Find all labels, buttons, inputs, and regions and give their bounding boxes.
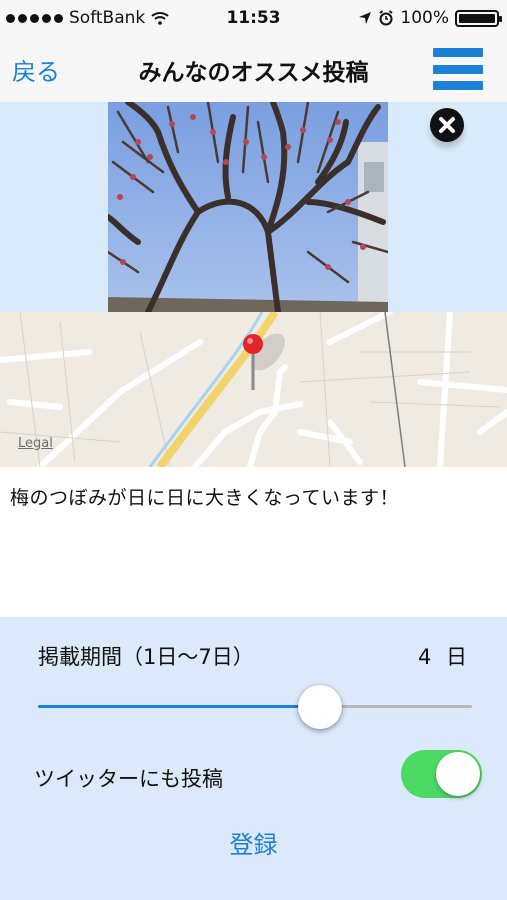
status-bar: SoftBank 11:53 100% [0, 0, 507, 36]
period-label: 掲載期間（1日〜7日） [38, 645, 254, 669]
comment-area[interactable]: 梅のつぼみが日に日に大きくなっています！ [0, 467, 507, 617]
settings-panel: 掲載期間（1日〜7日） 4 日 ツイッターにも投稿 登録 [0, 617, 507, 900]
register-button[interactable]: 登録 [230, 831, 278, 859]
location-arrow-icon [359, 12, 372, 24]
post-photo [108, 102, 388, 312]
close-icon[interactable] [430, 108, 464, 142]
period-slider[interactable] [38, 685, 472, 729]
slider-track-empty [320, 705, 472, 708]
submit-row: 登録 [0, 825, 507, 860]
hamburger-menu-icon[interactable] [433, 48, 483, 90]
location-map[interactable]: Legal [0, 312, 507, 467]
battery-level [459, 13, 495, 23]
twitter-post-toggle[interactable] [401, 750, 482, 798]
photo-area [0, 102, 507, 312]
battery-percent: 100% [400, 8, 449, 28]
page-title: みんなのオススメ投稿 [138, 60, 369, 86]
period-value: 4 日 [417, 645, 467, 669]
alarm-icon [379, 10, 394, 26]
status-right: 100% [358, 8, 502, 28]
back-button[interactable]: 戻る [12, 52, 60, 87]
twitter-post-label: ツイッターにも投稿 [34, 767, 223, 791]
toggle-knob [436, 752, 480, 796]
slider-thumb[interactable] [298, 685, 343, 729]
post-comment: 梅のつぼみが日に日に大きくなっています！ [10, 487, 400, 509]
navigation-bar: 戻る みんなのオススメ投稿 [0, 36, 507, 103]
slider-track-filled [38, 705, 321, 708]
map-legal-link[interactable]: Legal [18, 436, 53, 451]
battery-icon [455, 9, 502, 27]
